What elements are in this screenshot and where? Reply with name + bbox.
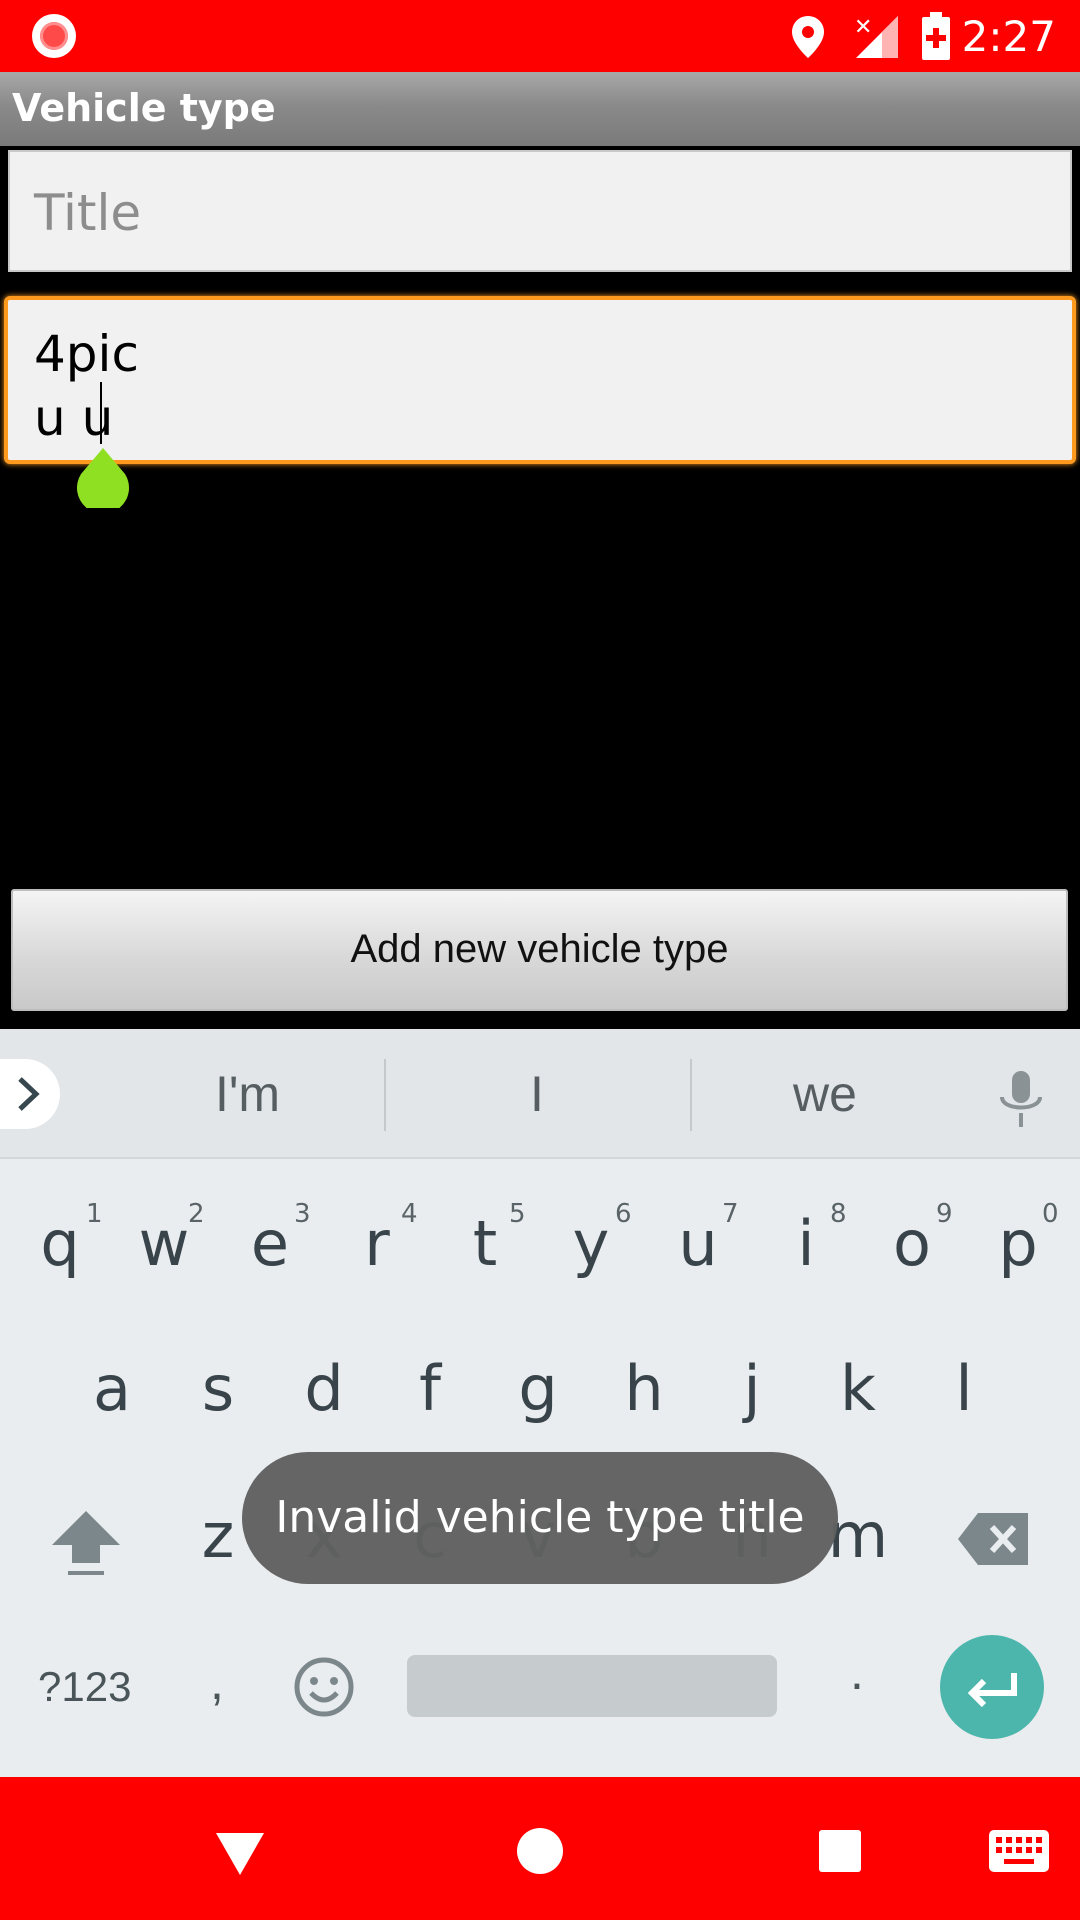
microphone-icon[interactable] [994, 1069, 1048, 1129]
comma-key[interactable]: , [210, 1653, 224, 1711]
period-key[interactable]: . [850, 1643, 864, 1701]
soft-keyboard: I'm I we 1q 2w 3e 4r 5t 6y 7u 8i 9o 0p a… [0, 1029, 1080, 1777]
key-f[interactable]: f [390, 1352, 470, 1425]
key-p[interactable]: 0p [978, 1199, 1058, 1280]
key-a[interactable]: a [72, 1352, 152, 1425]
suggestion-2[interactable]: I [497, 1059, 577, 1129]
location-icon [792, 16, 824, 58]
key-r[interactable]: 4r [337, 1199, 417, 1280]
enter-key[interactable] [940, 1635, 1044, 1739]
chevron-right-icon [18, 1077, 40, 1111]
add-vehicle-type-button[interactable]: Add new vehicle type [11, 889, 1068, 1011]
backspace-icon[interactable] [956, 1511, 1032, 1567]
text-cursor [100, 382, 102, 444]
symbols-key[interactable]: ?123 [38, 1663, 131, 1711]
suggestion-strip: I'm I we [0, 1029, 1080, 1159]
key-g[interactable]: g [498, 1352, 578, 1425]
status-bar: ✕ 2:27 [0, 0, 1080, 72]
clock: 2:27 [961, 12, 1056, 61]
key-y[interactable]: 6y [551, 1199, 632, 1280]
key-d[interactable]: d [284, 1352, 364, 1425]
battery-charging-icon [922, 12, 950, 60]
home-icon[interactable] [516, 1827, 564, 1875]
key-e[interactable]: 3e [230, 1199, 311, 1280]
key-o[interactable]: 9o [872, 1199, 953, 1280]
key-t[interactable]: 5t [445, 1199, 526, 1280]
screen-record-icon [32, 14, 76, 58]
key-h[interactable]: h [604, 1352, 684, 1425]
signal-icon: ✕ [854, 15, 898, 58]
back-icon[interactable] [214, 1831, 266, 1877]
shift-icon[interactable] [48, 1505, 124, 1581]
key-l[interactable]: l [924, 1352, 1004, 1425]
text-selection-handle[interactable] [73, 448, 133, 508]
suggestion-1[interactable]: I'm [170, 1059, 325, 1129]
recents-icon[interactable] [818, 1829, 862, 1873]
page-title: Vehicle type [12, 86, 276, 130]
action-bar: Vehicle type [0, 72, 1080, 146]
expand-suggestions-button[interactable] [0, 1059, 60, 1129]
key-s[interactable]: s [178, 1352, 258, 1425]
enter-icon [967, 1673, 1017, 1708]
suggestion-3[interactable]: we [765, 1059, 885, 1129]
title-input[interactable]: Title [8, 150, 1072, 272]
svg-text:✕: ✕ [854, 15, 872, 40]
key-q[interactable]: 1q [20, 1199, 102, 1280]
space-bar[interactable] [407, 1655, 777, 1717]
toast-message: Invalid vehicle type title [242, 1452, 838, 1584]
navigation-bar [0, 1777, 1080, 1920]
key-w[interactable]: 2w [124, 1199, 205, 1280]
suggestion-divider [384, 1059, 386, 1131]
key-i[interactable]: 8i [766, 1199, 846, 1280]
description-value: 4pic u u [34, 325, 139, 447]
emoji-icon[interactable] [292, 1655, 356, 1719]
key-j[interactable]: j [712, 1352, 792, 1425]
key-k[interactable]: k [818, 1352, 898, 1425]
suggestion-divider [690, 1059, 692, 1131]
keyboard-switch-icon[interactable] [988, 1829, 1050, 1873]
description-input[interactable]: 4pic u u [4, 296, 1076, 464]
title-placeholder: Title [34, 184, 142, 242]
key-u[interactable]: 7u [658, 1199, 738, 1280]
